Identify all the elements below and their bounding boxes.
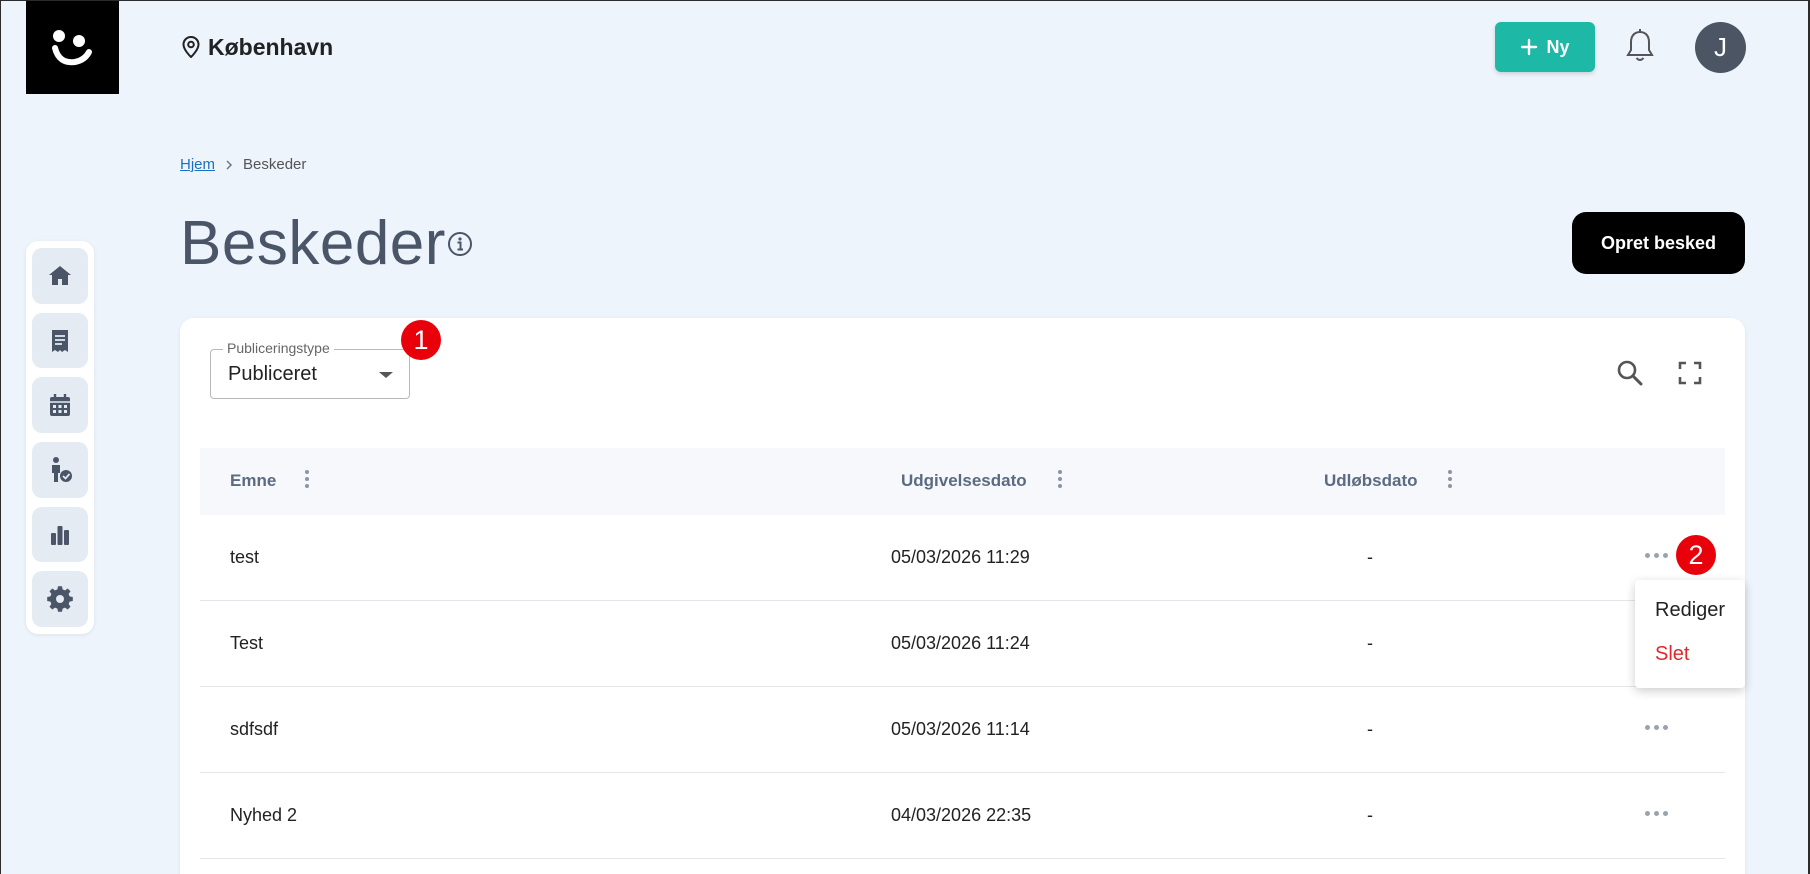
row-published-date: 05/03/2026 11:14 [891, 719, 1030, 739]
row-subject: sdfsdf [230, 719, 279, 739]
home-icon [49, 265, 71, 285]
row-actions-icon[interactable] [1645, 721, 1669, 733]
column-menu-icon[interactable] [304, 470, 310, 490]
row-subject: Test [230, 633, 264, 653]
messages-card: Publiceringstype Publiceret 1 Emne Udgiv… [180, 318, 1745, 874]
row-actions-icon[interactable] [1645, 549, 1669, 561]
plus-icon [1521, 38, 1538, 56]
map-pin-icon [182, 36, 200, 58]
create-message-button[interactable]: Opret besked [1572, 212, 1745, 274]
info-icon[interactable] [447, 231, 473, 257]
breadcrumb-current: Beskeder [243, 156, 307, 173]
edit-menu-item[interactable]: Rediger [1635, 598, 1745, 642]
sidebar-item-statistics[interactable] [32, 506, 88, 563]
row-expiry-date: - [1367, 719, 1373, 739]
row-expiry-date: - [1367, 805, 1373, 825]
sidebar-item-home[interactable] [32, 248, 88, 304]
app-logo[interactable] [26, 1, 119, 94]
breadcrumb: Hjem Beskeder [180, 156, 306, 173]
calendar-icon [50, 394, 70, 417]
column-header-expires[interactable]: Udløbsdato [1324, 471, 1418, 491]
publication-type-select[interactable]: Publiceringstype Publiceret [210, 340, 410, 399]
row-expiry-date: - [1367, 633, 1373, 653]
publication-type-value: Publiceret [228, 363, 317, 385]
bell-icon[interactable] [1624, 28, 1656, 64]
row-subject: Nyhed 2 [230, 805, 298, 825]
column-menu-icon[interactable] [1447, 470, 1453, 490]
search-icon[interactable] [1615, 358, 1645, 388]
new-button-label: Ny [1546, 36, 1570, 57]
row-actions-icon[interactable] [1645, 807, 1669, 819]
sidebar-item-attendance[interactable] [32, 442, 88, 498]
column-header-published[interactable]: Udgivelsesdato [901, 471, 1027, 491]
window-border-top [0, 0, 1810, 1]
sidebar-item-receipts[interactable] [32, 312, 88, 369]
breadcrumb-home-link[interactable]: Hjem [180, 156, 215, 173]
person-check-icon [52, 456, 72, 482]
smile-logo-icon [51, 29, 92, 65]
table-header: Emne Udgivelsesdato Udløbsdato [200, 448, 1725, 515]
column-header-subject[interactable]: Emne [230, 471, 276, 491]
publication-type-label: Publiceringstype [223, 340, 334, 356]
table-row[interactable]: Test 05/03/2026 11:24 - [200, 601, 1725, 687]
sidebar-item-settings[interactable] [32, 571, 88, 628]
gear-icon [47, 586, 73, 612]
chevron-right-icon [226, 159, 233, 170]
fullscreen-icon[interactable] [1677, 360, 1703, 386]
window-border-left [0, 0, 1, 874]
row-expiry-date: - [1367, 547, 1373, 567]
annotation-badge-1: 1 [401, 320, 441, 360]
annotation-badge-2: 2 [1676, 535, 1716, 575]
user-avatar[interactable]: J [1695, 22, 1746, 73]
row-subject: test [230, 547, 260, 567]
sidebar-item-calendar[interactable] [32, 377, 88, 434]
row-context-menu: Rediger Slet [1635, 580, 1745, 688]
row-published-date: 05/03/2026 11:24 [891, 633, 1030, 653]
table-row[interactable]: sdfsdf 05/03/2026 11:14 - [200, 687, 1725, 773]
column-menu-icon[interactable] [1057, 470, 1063, 490]
row-published-date: 05/03/2026 11:29 [891, 547, 1030, 567]
location-name: København [208, 33, 334, 60]
bar-chart-icon [51, 525, 69, 545]
receipt-icon [52, 329, 68, 352]
sidebar-nav [26, 241, 94, 634]
delete-menu-item[interactable]: Slet [1635, 642, 1745, 686]
location-selector[interactable]: København [182, 32, 333, 62]
table-row[interactable]: Nyhed 2 04/03/2026 22:35 - [200, 773, 1725, 859]
new-button[interactable]: Ny [1495, 22, 1595, 72]
caret-down-icon [379, 372, 393, 378]
row-published-date: 04/03/2026 22:35 [891, 805, 1032, 825]
page-title: Beskeder [180, 209, 446, 278]
table-row[interactable]: test 05/03/2026 11:29 - [200, 515, 1725, 601]
